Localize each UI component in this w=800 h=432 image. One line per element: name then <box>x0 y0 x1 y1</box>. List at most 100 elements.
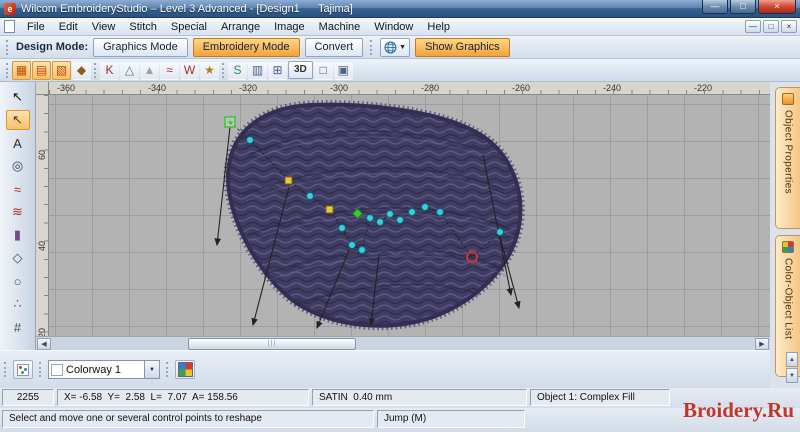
tatami-fill-icon[interactable]: ▧ <box>52 60 71 80</box>
menu-stitch[interactable]: Stitch <box>122 20 164 34</box>
star-fill-icon[interactable]: ★ <box>200 60 219 80</box>
design-canvas[interactable] <box>49 95 770 336</box>
digitize-run-tool[interactable]: ≈ <box>6 179 30 199</box>
colorway-select[interactable]: Colorway 1 ▼ <box>48 360 160 379</box>
underlay-icon[interactable]: △ <box>120 60 139 80</box>
maximize-button[interactable]: □ <box>730 0 756 14</box>
embroidery-mode-button[interactable]: Embroidery Mode <box>192 37 300 57</box>
object-properties-icon <box>782 93 794 105</box>
menu-arrange[interactable]: Arrange <box>214 20 267 34</box>
graphics-mode-button[interactable]: Graphics Mode <box>93 37 188 57</box>
control-point[interactable] <box>306 192 314 200</box>
zoom-tool[interactable]: ◎ <box>6 156 30 176</box>
menu-window[interactable]: Window <box>367 20 420 34</box>
menu-help[interactable]: Help <box>420 20 457 34</box>
penetrations-tool[interactable]: ∴ <box>6 294 30 314</box>
mdi-restore-button[interactable]: □ <box>763 20 779 33</box>
florentine-effect-icon[interactable]: S <box>228 60 247 80</box>
corner-point[interactable] <box>284 176 293 185</box>
motif-fill-icon[interactable]: ◆ <box>72 60 91 80</box>
measure-tool[interactable]: # <box>6 317 30 337</box>
colorway-editor-button[interactable] <box>175 360 195 379</box>
ruler-label: 40 <box>37 241 47 252</box>
scroll-left-arrow[interactable]: ◀ <box>37 338 51 350</box>
chevron-down-icon[interactable]: ▼ <box>144 361 159 378</box>
lettering-tool[interactable]: A <box>6 133 30 153</box>
control-point[interactable] <box>436 208 444 216</box>
menu-file[interactable]: File <box>20 20 52 34</box>
menu-special[interactable]: Special <box>164 20 214 34</box>
thread-colors-button[interactable] <box>13 360 33 379</box>
toolbar-grip[interactable] <box>6 62 9 78</box>
menu-bar: File Edit View Stitch Special Arrange Im… <box>0 18 800 36</box>
broidery-watermark: Broidery.Ru <box>682 398 794 422</box>
overview-window-icon[interactable]: ▣ <box>333 60 353 80</box>
satin-column-tool[interactable]: ≋ <box>6 202 30 222</box>
mdi-minimize-button[interactable]: — <box>745 20 761 33</box>
control-point[interactable] <box>348 241 356 249</box>
control-point[interactable] <box>358 246 366 254</box>
pull-compensation-icon[interactable]: ▲ <box>140 60 159 80</box>
reshape-object-tool[interactable]: ↖ <box>5 110 30 130</box>
show-graphics-button[interactable]: Show Graphics <box>415 37 510 57</box>
scroll-up-arrow[interactable]: ▲ <box>786 352 798 367</box>
run-stitch-icon[interactable]: ▦ <box>12 60 31 80</box>
minimize-button[interactable]: — <box>702 0 728 14</box>
menu-edit[interactable]: Edit <box>52 20 85 34</box>
tab-object-properties[interactable]: Object Properties <box>775 87 800 229</box>
toolbar-grip[interactable] <box>4 362 7 377</box>
satin-stitch-icon[interactable]: ▤ <box>32 60 51 80</box>
mdi-close-button[interactable]: × <box>781 20 797 33</box>
control-point[interactable] <box>246 136 254 144</box>
wave-effect-icon[interactable]: W <box>180 60 199 80</box>
select-object-tool[interactable]: ↖ <box>6 87 30 107</box>
pointer-position: X= -6.58 Y= 2.58 L= 7.07 A= 158.56 <box>57 389 309 406</box>
control-point[interactable] <box>366 214 374 222</box>
control-point[interactable] <box>396 216 404 224</box>
selected-object-info: Object 1: Complex Fill <box>530 389 670 406</box>
layers-icon[interactable]: ▥ <box>248 60 267 80</box>
horizontal-scrollbar[interactable]: ◀ ||| ▶ <box>36 336 770 350</box>
toolbar-grip[interactable] <box>166 362 169 377</box>
control-point[interactable] <box>496 228 504 236</box>
stitch-toolbar: ▦ ▤ ▧ ◆ K △ ▲ ≈ W ★ S ▥ ⊞ 3D □ ▣ <box>0 59 800 82</box>
close-button[interactable]: × <box>758 0 796 14</box>
contour-stitch-icon[interactable]: K <box>100 60 119 80</box>
toolbar-grip[interactable] <box>94 62 97 78</box>
application-window: e Wilcom EmbroideryStudio – Level 3 Adva… <box>0 0 800 432</box>
scroll-down-arrow[interactable]: ▼ <box>786 368 798 383</box>
ruler-label: -240 <box>603 83 622 93</box>
toolbar-grip[interactable] <box>39 362 42 377</box>
closed-shape-tool[interactable]: ◇ <box>6 248 30 268</box>
control-point[interactable] <box>408 208 416 216</box>
hoop-toggle-icon[interactable]: □ <box>313 60 333 80</box>
control-point[interactable] <box>386 210 394 218</box>
colorway-selected-value: Colorway 1 <box>66 363 122 376</box>
control-point[interactable] <box>421 203 429 211</box>
menu-machine[interactable]: Machine <box>312 20 368 34</box>
scrollbar-thumb[interactable]: ||| <box>188 338 356 350</box>
control-point[interactable] <box>338 224 346 232</box>
zigzag-effect-icon[interactable]: ≈ <box>160 60 179 80</box>
toolbar-grip[interactable] <box>222 62 225 78</box>
menu-image[interactable]: Image <box>267 20 312 34</box>
globe-dropdown-button[interactable]: ▼ <box>380 37 411 57</box>
tab-label: Color-Object List <box>782 258 794 340</box>
stitch-count: 2255 <box>2 389 54 406</box>
corner-point[interactable] <box>325 205 334 214</box>
scroll-right-arrow[interactable]: ▶ <box>755 338 769 350</box>
current-stitch-info: SATIN 0.40 mm <box>312 389 527 406</box>
convert-button[interactable]: Convert <box>304 37 364 57</box>
3d-view-button[interactable]: 3D <box>288 61 313 79</box>
menu-view[interactable]: View <box>85 20 123 34</box>
grid-toggle-icon[interactable]: ⊞ <box>268 60 287 80</box>
ruler-label: -340 <box>148 83 167 93</box>
toolbar-grip[interactable] <box>370 39 373 55</box>
hint-bar: Select and move one or several control p… <box>0 408 800 432</box>
complex-fill-tool[interactable]: ▮ <box>6 225 30 245</box>
toolbar-grip[interactable] <box>6 39 9 55</box>
control-point[interactable] <box>376 218 384 226</box>
ruler-label: 60 <box>37 150 47 161</box>
circle-tool[interactable]: ○ <box>6 271 30 291</box>
document-icon <box>4 20 15 33</box>
